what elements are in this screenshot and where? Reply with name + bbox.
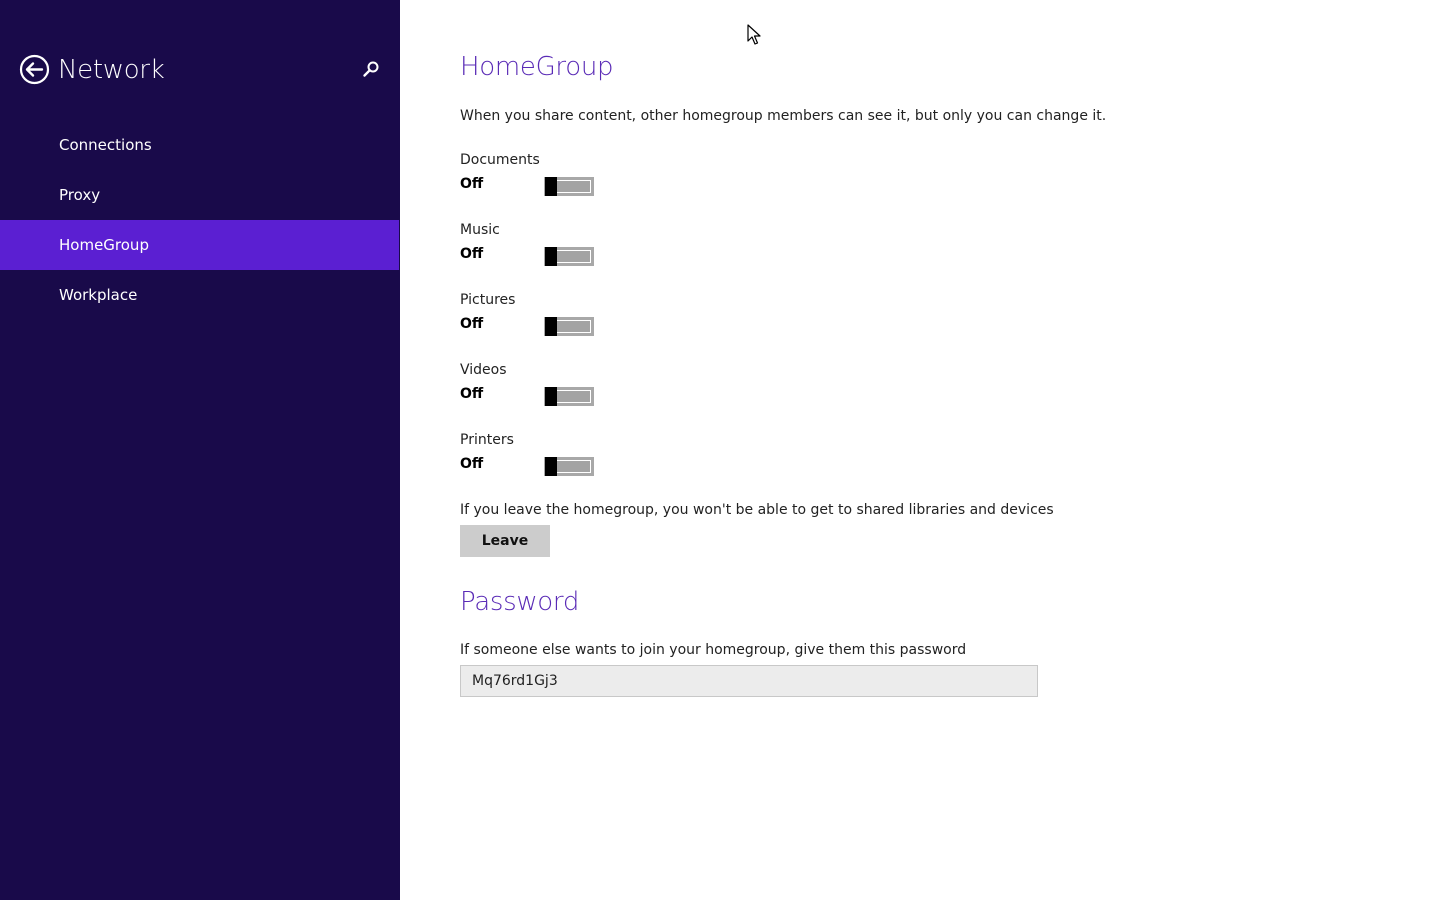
password-description: If someone else wants to join your homeg… [460,642,967,658]
back-arrow-icon[interactable] [19,54,50,85]
sidebar-nav: Connections Proxy HomeGroup Workplace [0,120,399,320]
videos-toggle[interactable] [544,387,594,406]
homegroup-description: When you share content, other homegroup … [460,108,1107,124]
videos-setting: Videos Off [460,362,660,422]
music-toggle[interactable] [544,247,594,266]
sidebar: Network Connections Proxy HomeGroup Work… [0,0,400,900]
music-setting: Music Off [460,222,660,282]
sidebar-item-connections[interactable]: Connections [0,120,399,170]
toggle-state: Off [460,246,484,262]
leave-description: If you leave the homegroup, you won't be… [460,502,1054,518]
page-title: Network [58,55,165,85]
toggle-state: Off [460,176,484,192]
toggle-label: Videos [460,362,507,378]
homegroup-heading: HomeGroup [460,52,614,82]
sidebar-item-homegroup[interactable]: HomeGroup [0,220,399,270]
toggle-label: Music [460,222,500,238]
toggle-label: Documents [460,152,540,168]
toggle-state: Off [460,316,484,332]
sidebar-item-proxy[interactable]: Proxy [0,170,399,220]
sidebar-header: Network [19,52,381,88]
sidebar-item-workplace[interactable]: Workplace [0,270,399,320]
pictures-setting: Pictures Off [460,292,660,352]
pictures-toggle[interactable] [544,317,594,336]
toggle-label: Pictures [460,292,516,308]
password-heading: Password [460,587,580,617]
toggle-label: Printers [460,432,514,448]
password-field[interactable]: Mq76rd1Gj3 [460,665,1038,697]
documents-setting: Documents Off [460,152,660,212]
leave-button[interactable]: Leave [460,525,550,557]
mouse-cursor-icon [747,24,761,46]
printers-setting: Printers Off [460,432,660,492]
toggle-state: Off [460,386,484,402]
printers-toggle[interactable] [544,457,594,476]
toggle-state: Off [460,456,484,472]
search-icon[interactable] [361,60,381,80]
documents-toggle[interactable] [544,177,594,196]
